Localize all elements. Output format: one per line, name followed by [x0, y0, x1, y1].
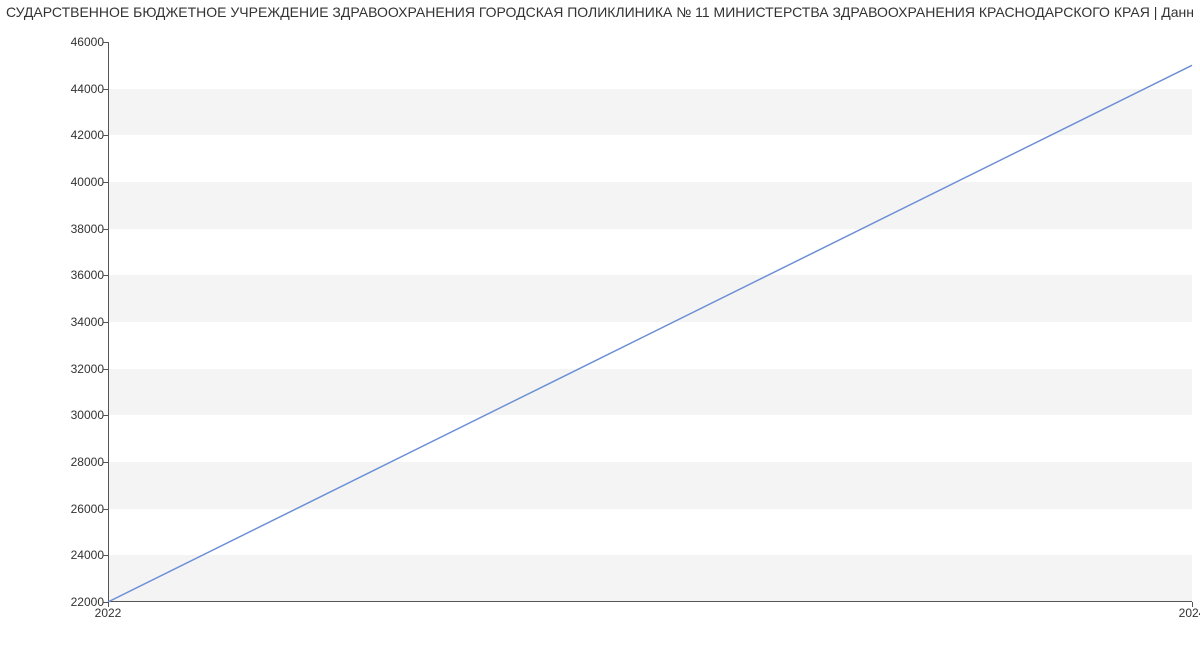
data-line	[108, 65, 1192, 602]
y-tick-label: 34000	[14, 315, 104, 329]
x-tick-label: 2022	[95, 606, 122, 620]
y-tick-label: 26000	[14, 502, 104, 516]
y-tick-label: 44000	[14, 82, 104, 96]
y-tick-label: 22000	[14, 595, 104, 609]
y-tick-label: 42000	[14, 128, 104, 142]
y-tick-label: 32000	[14, 362, 104, 376]
y-tick	[103, 182, 108, 183]
y-tick	[103, 555, 108, 556]
y-tick-label: 24000	[14, 548, 104, 562]
chart-title: СУДАРСТВЕННОЕ БЮДЖЕТНОЕ УЧРЕЖДЕНИЕ ЗДРАВ…	[0, 0, 1200, 22]
y-tick-label: 28000	[14, 455, 104, 469]
y-tick-label: 40000	[14, 175, 104, 189]
y-tick	[103, 415, 108, 416]
plot-area	[108, 42, 1192, 602]
line-series	[108, 42, 1192, 602]
y-tick	[103, 275, 108, 276]
y-tick-label: 38000	[14, 222, 104, 236]
y-tick	[103, 42, 108, 43]
y-tick-label: 30000	[14, 408, 104, 422]
x-tick	[1192, 602, 1193, 607]
y-tick	[103, 509, 108, 510]
y-tick	[103, 462, 108, 463]
y-tick	[103, 89, 108, 90]
x-tick	[108, 602, 109, 607]
x-tick-label: 2024	[1179, 606, 1200, 620]
y-tick	[103, 135, 108, 136]
y-tick	[103, 369, 108, 370]
y-tick-label: 46000	[14, 35, 104, 49]
y-tick-label: 36000	[14, 268, 104, 282]
chart-container: 22000 24000 26000 28000 30000 32000 34000 36000…	[0, 22, 1200, 642]
y-tick	[103, 229, 108, 230]
y-tick	[103, 322, 108, 323]
